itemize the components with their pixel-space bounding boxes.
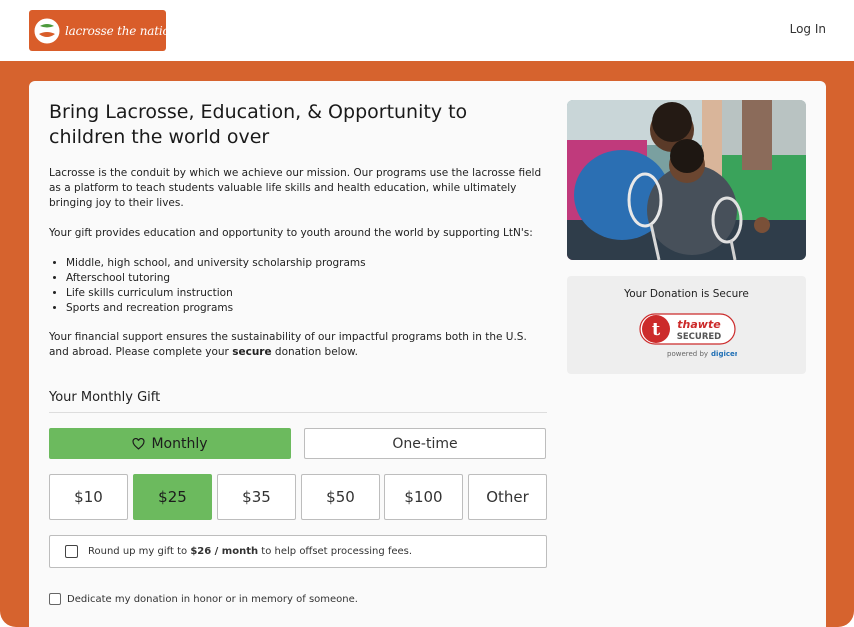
children-lacrosse-photo	[567, 100, 806, 260]
list-item: Middle, high school, and university scho…	[66, 256, 566, 271]
amount-10-button[interactable]: $10	[49, 474, 128, 520]
lacrosse-ball-logo-icon	[34, 18, 60, 44]
powered-by-text: powered by	[667, 350, 708, 358]
logo[interactable]: lacrosse the nations	[29, 10, 183, 51]
login-link[interactable]: Log In	[790, 22, 826, 36]
roundup-option[interactable]: Round up my gift to $26 / month to help …	[49, 535, 547, 568]
svg-text:powered bydigicert: powered bydigicert	[667, 350, 737, 358]
amount-50-button[interactable]: $50	[301, 474, 380, 520]
one-time-label: One-time	[392, 435, 458, 452]
digicert-brand: digicert	[711, 350, 737, 358]
list-item: Sports and recreation programs	[66, 301, 566, 316]
roundup-amount: $26 / month	[190, 546, 259, 557]
secure-emphasis: secure	[232, 346, 272, 358]
program-list: Middle, high school, and university scho…	[49, 256, 566, 316]
thawte-brand: thawte	[677, 318, 721, 331]
paragraph-text-end: donation below.	[271, 346, 358, 358]
roundup-text: Round up my gift to $26 / month to help …	[88, 546, 412, 557]
one-time-button[interactable]: One-time	[304, 428, 546, 459]
roundup-text-start: Round up my gift to	[88, 546, 191, 557]
svg-text:t: t	[652, 319, 661, 340]
dedicate-checkbox[interactable]	[49, 593, 61, 605]
intro-paragraph-3: Your financial support ensures the susta…	[49, 330, 549, 360]
monthly-label: Monthly	[151, 435, 208, 452]
monthly-button[interactable]: Monthly	[49, 428, 291, 459]
secure-title: Your Donation is Secure	[624, 288, 749, 300]
donation-page: lacrosse the nations Log In Bring Lacros…	[0, 0, 854, 627]
amount-25-button[interactable]: $25	[133, 474, 212, 520]
list-item: Afterschool tutoring	[66, 271, 566, 286]
amount-other-button[interactable]: Other	[468, 474, 547, 520]
intro-paragraph-2: Your gift provides education and opportu…	[49, 227, 533, 239]
section-divider	[49, 412, 547, 413]
amount-100-button[interactable]: $100	[384, 474, 463, 520]
intro-paragraph-1: Lacrosse is the conduit by which we achi…	[49, 167, 542, 209]
secured-label: SECURED	[677, 332, 721, 342]
secure-donation-panel: Your Donation is Secure t thawte SECURED…	[567, 276, 806, 374]
roundup-text-end: to help offset processing fees.	[258, 546, 413, 557]
roundup-checkbox[interactable]	[65, 545, 78, 558]
gift-section-title: Your Monthly Gift	[49, 390, 161, 405]
heart-icon	[132, 437, 145, 450]
page-title: Bring Lacrosse, Education, & Opportunity…	[49, 101, 468, 148]
logo-text: lacrosse the nations	[65, 23, 184, 38]
site-header: lacrosse the nations Log In	[0, 0, 854, 62]
thawte-secured-seal[interactable]: t thawte SECURED powered bydigicert	[637, 312, 742, 360]
amount-35-button[interactable]: $35	[217, 474, 296, 520]
dedicate-option[interactable]: Dedicate my donation in honor or in memo…	[49, 593, 358, 605]
list-item: Life skills curriculum instruction	[66, 286, 566, 301]
dedicate-label: Dedicate my donation in honor or in memo…	[67, 593, 358, 605]
